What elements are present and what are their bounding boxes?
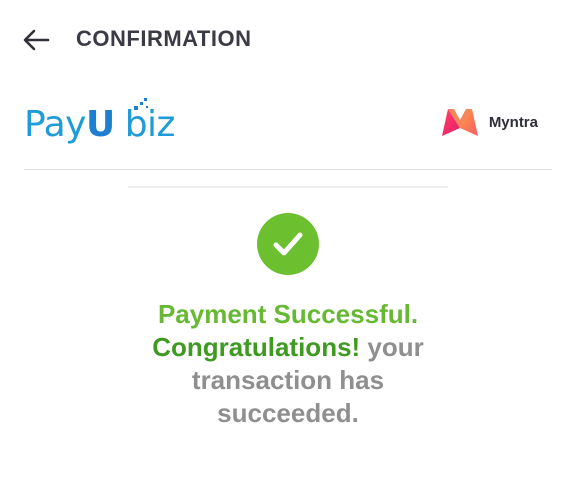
status-line-4: succeeded. (217, 398, 359, 428)
status-text-your: your (360, 332, 424, 362)
arrow-left-icon (23, 29, 50, 51)
payu-logo-text: Pay (24, 103, 86, 145)
divider-inner (128, 186, 448, 188)
merchant-info: Myntra (439, 106, 538, 138)
payu-logo-u: U (85, 103, 115, 145)
status-line-3: transaction has (191, 365, 385, 395)
congrats-text: Congratulations! (152, 332, 361, 362)
status-line-2: Congratulations! your (0, 331, 576, 364)
myntra-logo-icon (441, 109, 478, 136)
divider (24, 169, 552, 170)
app-header: CONFIRMATION (0, 0, 576, 78)
payu-dots-icon (134, 97, 148, 110)
brand-row: PayU biz Myntra (0, 92, 576, 162)
back-button[interactable] (16, 20, 56, 60)
check-circle-icon (257, 213, 319, 275)
merchant-name: Myntra (488, 113, 538, 131)
payu-biz-logo: PayU biz (24, 96, 175, 152)
status-title: Payment Successful. (157, 299, 419, 329)
payment-status-message: Payment Successful. Congratulations! you… (0, 298, 576, 430)
page-title: CONFIRMATION (76, 26, 252, 51)
